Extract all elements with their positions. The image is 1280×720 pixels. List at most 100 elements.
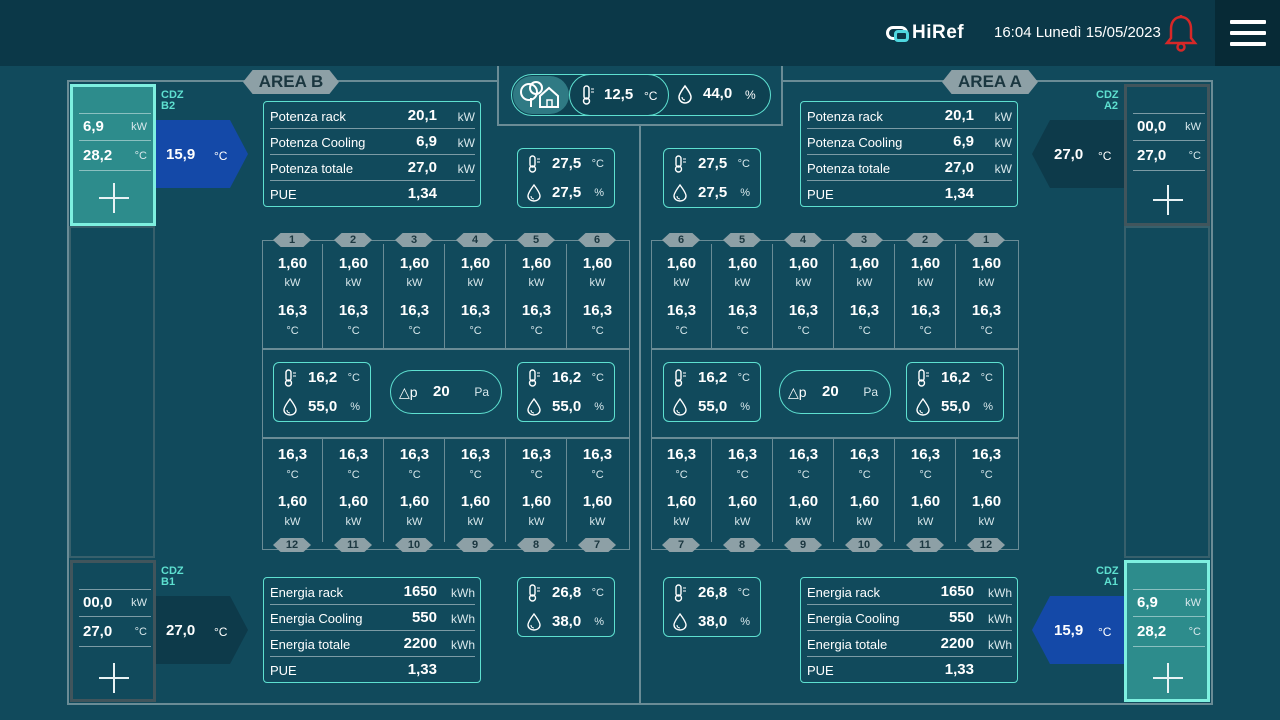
- cdz-a2-power-unit: kW: [1185, 121, 1201, 133]
- temp-text: 16,3: [910, 302, 941, 319]
- rack-cell-top[interactable]: 1,60 kW 16,3 °C: [384, 244, 445, 348]
- panel-value: 20,1: [944, 107, 974, 124]
- external-humidity-display: 44,0 %: [669, 74, 771, 116]
- cdz-a2-temp-row: 27,0 °C: [1133, 143, 1205, 171]
- power-panel-b-row: Potenza rack 20,1 kW: [270, 103, 475, 129]
- panel-label: Potenza rack: [807, 109, 883, 124]
- cdz-b2-plus-icon[interactable]: [99, 183, 129, 213]
- rack-cell-top[interactable]: 1,60 kW 16,3 °C: [567, 244, 628, 348]
- temp-unit-text: °C: [736, 325, 749, 337]
- power-text: 1,60: [727, 493, 758, 510]
- cdz-b2-unit[interactable]: 6,9 kW 28,2 °C: [70, 84, 156, 226]
- panel-label: Energia Cooling: [807, 611, 900, 626]
- rack-cell-top[interactable]: 1,60 kW 16,3 °C: [712, 244, 773, 348]
- energy-panel-a-row: Energia Cooling 550 kWh: [807, 605, 1012, 631]
- power-text: 1,60: [910, 255, 941, 272]
- cdz-b1-label: CDZ B1: [161, 566, 184, 588]
- sensor-bottom-b-temp-unit: °C: [591, 587, 604, 599]
- rack-cell-bottom[interactable]: 16,3 °C 1,60 kW: [323, 438, 384, 542]
- energy-panel-b-row: Energia Cooling 550 kWh: [270, 605, 475, 631]
- panel-unit: kW: [994, 110, 1012, 124]
- rack-cell-bottom[interactable]: 16,3 °C 1,60 kW: [834, 438, 895, 542]
- sensor-bottom-a-hum-value: 38,0: [698, 613, 728, 630]
- rack-cell-bottom[interactable]: 16,3 °C 1,60 kW: [956, 438, 1017, 542]
- rack-cell-top[interactable]: 1,60 kW 16,3 °C: [773, 244, 834, 348]
- rack-cell-bottom[interactable]: 16,3 °C 1,60 kW: [895, 438, 956, 542]
- temp-text: 16,3: [521, 446, 552, 463]
- panel-label: Energia totale: [807, 637, 888, 652]
- panel-value: 550: [948, 609, 974, 626]
- cdz-a1-unit[interactable]: 6,9 kW 28,2 °C: [1124, 560, 1210, 702]
- energy-panel-a-row: PUE 1,33: [807, 657, 1012, 683]
- cdz-b-column: [69, 226, 155, 558]
- rack-cell-bottom[interactable]: 16,3 °C 1,60 kW: [773, 438, 834, 542]
- rack-cell-bottom[interactable]: 16,3 °C 1,60 kW: [445, 438, 506, 542]
- cdz-a2-power-row: 00,0 kW: [1133, 113, 1205, 141]
- rack-number-tag: 5: [517, 233, 555, 247]
- rack-cell-bottom[interactable]: 16,3 °C 1,60 kW: [651, 438, 712, 542]
- panel-value: 1650: [403, 583, 437, 600]
- rack-cell-top[interactable]: 1,60 kW 16,3 °C: [651, 244, 712, 348]
- rack-cell-top[interactable]: 1,60 kW 16,3 °C: [834, 244, 895, 348]
- rack-number-tag: 12: [967, 538, 1005, 552]
- cdz-b1-unit[interactable]: 00,0 kW 27,0 °C: [70, 560, 156, 702]
- temp-unit-text: °C: [980, 469, 993, 481]
- cdz-a1-plus-icon[interactable]: [1153, 663, 1183, 693]
- rack-cell-bottom[interactable]: 16,3 °C 1,60 kW: [262, 438, 323, 542]
- sensor-top-b-hum-value: 27,5: [552, 184, 582, 201]
- power-unit-text: kW: [917, 277, 934, 289]
- cdz-a2-plus-icon[interactable]: [1153, 185, 1183, 215]
- rack-cell-top[interactable]: 1,60 kW 16,3 °C: [262, 244, 323, 348]
- bell-icon[interactable]: [1164, 14, 1198, 52]
- rack-cell-top[interactable]: 1,60 kW 16,3 °C: [506, 244, 567, 348]
- panel-unit: kW: [994, 136, 1012, 150]
- power-text: 1,60: [788, 255, 819, 272]
- rack-cell-top[interactable]: 1,60 kW 16,3 °C: [445, 244, 506, 348]
- temp-text: 16,3: [727, 302, 758, 319]
- cdz-b1-plus-icon[interactable]: [99, 663, 129, 693]
- cdz-a1-power-row: 6,9 kW: [1133, 589, 1205, 617]
- humidity-drop-icon: [672, 612, 688, 631]
- cdz-b1-temp-row: 27,0 °C: [79, 619, 151, 647]
- sensor-bottom-b-hum-row: 38,0%: [524, 608, 608, 636]
- rack-cell-bottom[interactable]: 16,3 °C 1,60 kW: [384, 438, 445, 542]
- rack-cell-top[interactable]: 1,60 kW 16,3 °C: [956, 244, 1017, 348]
- rack-number-tag: 11: [334, 538, 372, 552]
- cdz-a2-temp: 27,0: [1137, 147, 1167, 164]
- rack-cell-top[interactable]: 1,60 kW 16,3 °C: [895, 244, 956, 348]
- panel-unit: kWh: [988, 612, 1012, 626]
- panel-value: 6,9: [416, 133, 437, 150]
- hamburger-menu-icon[interactable]: [1215, 0, 1280, 66]
- energy-panel-b-row: Energia rack 1650 kWh: [270, 579, 475, 605]
- cdz-b2-label: CDZ B2: [161, 90, 184, 112]
- power-unit-text: kW: [406, 277, 423, 289]
- panel-label: Potenza Cooling: [807, 135, 903, 150]
- panel-unit: kWh: [451, 612, 475, 626]
- rack-number-tag: 11: [906, 538, 944, 552]
- panel-value: 27,0: [407, 159, 437, 176]
- external-temp-value: 12,5: [604, 86, 634, 103]
- logo-text: HiRef: [912, 22, 965, 43]
- cdz-a2-unit[interactable]: 00,0 kW 27,0 °C: [1124, 84, 1210, 226]
- panel-value: 2200: [403, 635, 437, 652]
- cdz-a1-temp-unit: °C: [1188, 626, 1201, 638]
- top-bar: HiRef 16:04 Lunedì 15/05/2023: [0, 0, 1280, 66]
- rack-cell-top[interactable]: 1,60 kW 16,3 °C: [323, 244, 384, 348]
- power-unit-text: kW: [978, 277, 995, 289]
- power-panel-a-row: Potenza totale 27,0 kW: [807, 155, 1012, 181]
- temp-unit-text: °C: [919, 325, 932, 337]
- temp-text: 16,3: [399, 302, 430, 319]
- power-unit-text: kW: [467, 277, 484, 289]
- temp-text: 16,3: [582, 446, 613, 463]
- panel-value: 1,34: [407, 185, 437, 202]
- rack-cell-bottom[interactable]: 16,3 °C 1,60 kW: [506, 438, 567, 542]
- power-panel-a-row: Potenza Cooling 6,9 kW: [807, 129, 1012, 155]
- external-humidity-value: 44,0: [703, 85, 733, 102]
- panel-label: Potenza Cooling: [270, 135, 366, 150]
- temp-unit-text: °C: [797, 325, 810, 337]
- sensor-bottom-a-hum-unit: %: [740, 616, 750, 628]
- panel-unit: kWh: [451, 638, 475, 652]
- panel-unit: kWh: [451, 586, 475, 600]
- rack-cell-bottom[interactable]: 16,3 °C 1,60 kW: [567, 438, 628, 542]
- rack-cell-bottom[interactable]: 16,3 °C 1,60 kW: [712, 438, 773, 542]
